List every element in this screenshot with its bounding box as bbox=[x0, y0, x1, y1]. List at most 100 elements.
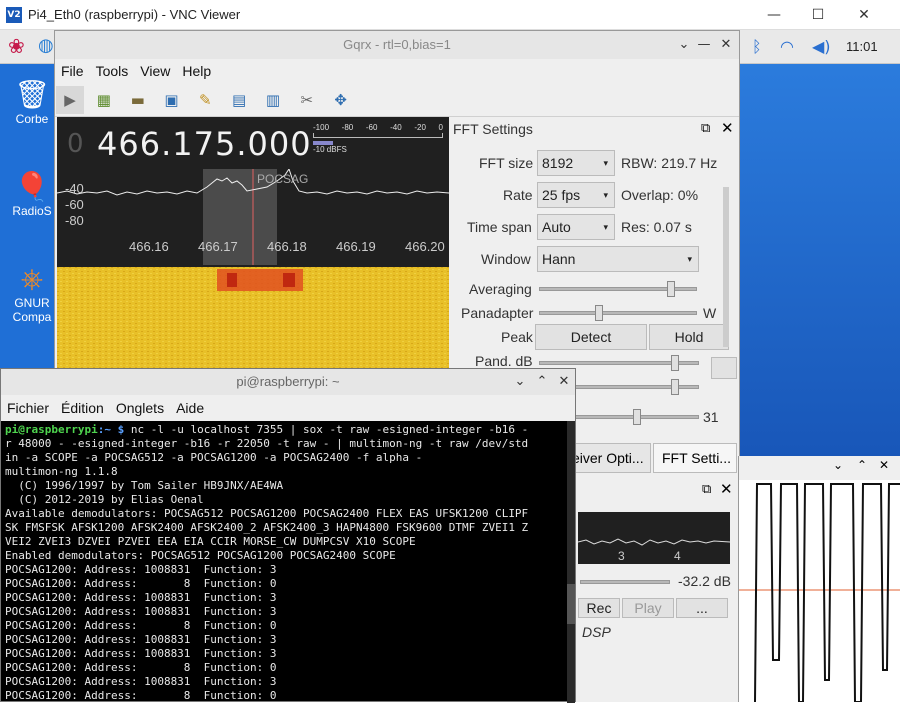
terminal-line: r 48000 - -esigned-integer -b16 -r 22050… bbox=[5, 437, 529, 450]
save-icon[interactable]: ▣ bbox=[157, 86, 185, 114]
desktop-icon-gnuradio[interactable]: ⎈ GNUR Compa bbox=[2, 262, 62, 324]
terminal-line: in -a SCOPE -a POCSAG512 -a POCSAG1200 -… bbox=[5, 451, 423, 464]
desktop-icon-radiosonde[interactable]: 🎈 RadioS bbox=[2, 170, 62, 218]
minimize-button[interactable]: — bbox=[693, 31, 715, 59]
close-icon[interactable]: ✕ bbox=[879, 458, 889, 472]
network-icon[interactable]: ▥ bbox=[259, 86, 287, 114]
timespan-select[interactable]: Auto ▾ bbox=[537, 214, 615, 240]
bluetooth-icon[interactable]: ᛒ bbox=[752, 30, 762, 64]
spectrum-icon[interactable]: ▤ bbox=[225, 86, 253, 114]
menu-tools[interactable]: Tools bbox=[90, 59, 135, 83]
terminal-line: POCSAG1200: Address: 1008831 Function: 3 bbox=[5, 633, 277, 646]
play-button[interactable]: Play bbox=[622, 598, 674, 618]
close-icon[interactable]: ✕ bbox=[720, 480, 733, 498]
close-icon[interactable]: ✕ bbox=[721, 119, 734, 137]
chevron-down-icon: ▾ bbox=[603, 158, 608, 168]
menu-fichier[interactable]: Fichier bbox=[1, 395, 55, 421]
pand-db-slider-handle[interactable] bbox=[671, 355, 679, 371]
desktop-wallpaper bbox=[738, 30, 900, 460]
panadapter-slider[interactable] bbox=[539, 311, 697, 315]
menu-view[interactable]: View bbox=[134, 59, 176, 83]
frequency-display[interactable]: 466.175.000 bbox=[97, 125, 312, 163]
maximize-button[interactable]: ☐ bbox=[796, 4, 840, 26]
audio-fft-plot[interactable]: 3 4 bbox=[578, 512, 730, 564]
wifi-icon[interactable]: ◠ bbox=[780, 30, 794, 64]
play-icon[interactable]: ▶ bbox=[56, 86, 84, 114]
desktop-icon-label: GNUR bbox=[14, 296, 50, 310]
spectrum-graph[interactable]: POCSAG -40 -60 -80 466.16 466.17 466.18 … bbox=[57, 169, 449, 265]
chevron-down-icon[interactable]: ⌄ bbox=[673, 31, 695, 59]
gqrx-titlebar[interactable]: Gqrx - rtl=0,bias=1 bbox=[55, 31, 739, 59]
close-button[interactable]: ✕ bbox=[715, 31, 737, 59]
menu-onglets[interactable]: Onglets bbox=[110, 395, 170, 421]
hold-button[interactable]: Hold bbox=[649, 324, 729, 350]
color-button[interactable] bbox=[711, 357, 737, 379]
scrollbar[interactable] bbox=[723, 187, 729, 347]
terminal-line: Available demodulators: POCSAG512 POCSAG… bbox=[5, 507, 529, 520]
averaging-slider-handle[interactable] bbox=[666, 281, 675, 297]
terminal-scrollbar[interactable] bbox=[567, 421, 575, 703]
overlap-text: Overlap: 0% bbox=[621, 187, 699, 203]
fft-size-select[interactable]: 8192 ▾ bbox=[537, 150, 615, 176]
chevron-down-icon[interactable]: ⌄ bbox=[833, 458, 843, 472]
device-icon[interactable]: ▦ bbox=[90, 86, 118, 114]
tab-receiver-options[interactable]: eiver Opti... bbox=[571, 443, 651, 473]
rec-button[interactable]: Rec bbox=[578, 598, 620, 618]
detect-button[interactable]: Detect bbox=[535, 324, 647, 350]
terminal-line: SK FMSFSK AFSK1200 AFSK2400 AFSK2400_2 A… bbox=[5, 521, 529, 534]
x-tick: 466.19 bbox=[336, 239, 376, 254]
terminal-titlebar[interactable]: pi@raspberrypi: ~ bbox=[1, 369, 575, 395]
volume-icon[interactable]: ◀) bbox=[812, 30, 831, 64]
signal-label: POCSAG bbox=[257, 172, 308, 186]
chevron-up-icon[interactable]: ⌃ bbox=[857, 458, 867, 472]
terminal-output[interactable]: pi@raspberrypi:~ $ nc -l -u localhost 73… bbox=[5, 423, 565, 703]
x-tick: 466.20 bbox=[405, 239, 445, 254]
vnc-titlebar[interactable]: V2 Pi4_Eth0 (raspberrypi) - VNC Viewer —… bbox=[0, 0, 900, 30]
menu-aide[interactable]: Aide bbox=[170, 395, 210, 421]
lower-slider-handle[interactable] bbox=[633, 409, 641, 425]
rate-select[interactable]: 25 fps ▾ bbox=[537, 182, 615, 208]
fft-plot[interactable]: 0 466.175.000 -100 -80 -60 -40 -20 0 -10… bbox=[57, 117, 449, 267]
audio-panel: ⧉ ✕ 3 4 -32.2 dB Rec Play ... DSP bbox=[574, 476, 740, 702]
raspberry-icon[interactable]: ❀ bbox=[8, 34, 30, 58]
undock-icon[interactable]: ⧉ bbox=[701, 121, 710, 136]
panadapter-tail-text: W bbox=[703, 305, 717, 321]
waterfall-db-slider-handle[interactable] bbox=[671, 379, 679, 395]
menu-help[interactable]: Help bbox=[176, 59, 217, 83]
prompt-user: pi@raspberrypi bbox=[5, 423, 98, 436]
menu-file[interactable]: File bbox=[55, 59, 90, 83]
tab-fft-settings[interactable]: FFT Setti... bbox=[653, 443, 737, 473]
trash-icon: 🗑 bbox=[14, 79, 50, 110]
window-select[interactable]: Hann ▾ bbox=[537, 246, 699, 272]
chevron-up-icon[interactable]: ⌃ bbox=[531, 369, 553, 395]
desktop-icon-trash[interactable]: 🗑 Corbe bbox=[2, 78, 62, 126]
folder-icon[interactable]: ▬ bbox=[124, 86, 152, 114]
terminal-scrollbar-thumb[interactable] bbox=[567, 584, 575, 624]
close-button[interactable]: ✕ bbox=[553, 369, 575, 395]
fullscreen-icon[interactable]: ✥ bbox=[327, 86, 355, 114]
scope-titlebar[interactable] bbox=[739, 456, 900, 480]
terminal-line: (C) 1996/1997 by Tom Sailer HB9JNX/AE4WA bbox=[5, 479, 284, 492]
menu-edition[interactable]: Édition bbox=[55, 395, 110, 421]
notes-icon[interactable]: ✎ bbox=[191, 86, 219, 114]
undock-icon[interactable]: ⧉ bbox=[702, 482, 711, 497]
chevron-down-icon[interactable]: ⌄ bbox=[509, 369, 531, 395]
audio-gain-value: -32.2 dB bbox=[678, 573, 731, 589]
chevron-down-icon: ▾ bbox=[603, 222, 608, 232]
terminal-line: POCSAG1200: Address: 1008831 Function: 3 bbox=[5, 647, 277, 660]
rate-value: 25 fps bbox=[542, 187, 581, 203]
terminal-line: POCSAG1200: Address: 1008831 Function: 3 bbox=[5, 591, 277, 604]
frequency-leading-digit[interactable]: 0 bbox=[67, 129, 84, 159]
panadapter-slider-handle[interactable] bbox=[594, 305, 603, 321]
tools-icon[interactable]: ✂ bbox=[293, 86, 321, 114]
db-tick: 0 bbox=[438, 123, 443, 132]
minimize-button[interactable]: — bbox=[752, 4, 796, 26]
close-button[interactable]: ✕ bbox=[842, 4, 886, 26]
terminal-line: multimon-ng 1.1.8 bbox=[5, 465, 118, 478]
audio-gain-slider[interactable] bbox=[580, 580, 670, 584]
more-button[interactable]: ... bbox=[676, 598, 728, 618]
balloon-icon: 🎈 bbox=[14, 171, 50, 202]
terminal-line: POCSAG1200: Address: 1008831 Function: 3 bbox=[5, 605, 277, 618]
terminal-menubar: Fichier Édition Onglets Aide bbox=[1, 395, 575, 421]
terminal-line: POCSAG1200: Address: 8 Function: 0 bbox=[5, 619, 277, 632]
